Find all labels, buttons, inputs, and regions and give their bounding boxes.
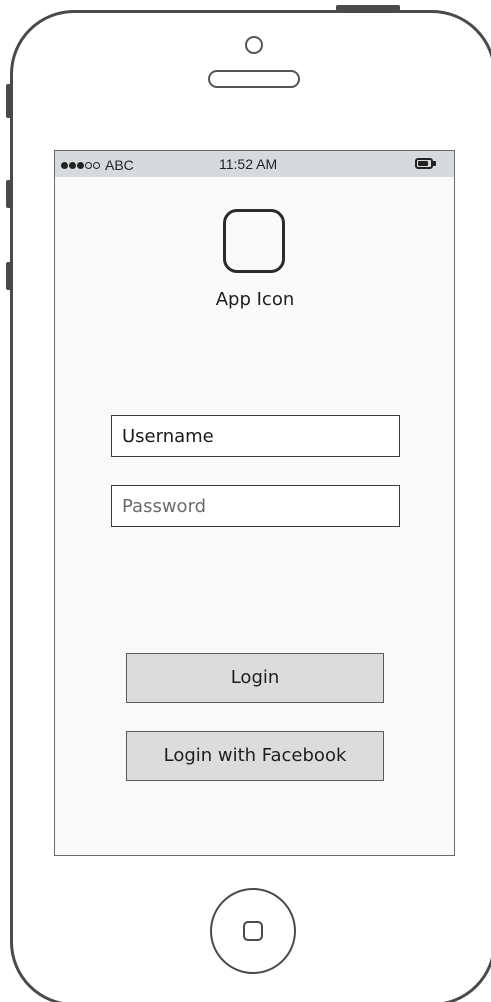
battery-tip-icon [433, 161, 436, 166]
battery-level [418, 161, 428, 166]
signal-strength: ABC [61, 156, 134, 174]
signal-dot-icon [69, 161, 76, 169]
home-button-icon [243, 921, 263, 941]
front-camera-icon [245, 36, 263, 54]
battery-icon [415, 158, 433, 169]
signal-dot-icon [93, 161, 100, 169]
login-with-facebook-button[interactable]: Login with Facebook [126, 731, 384, 781]
username-field[interactable] [111, 415, 400, 457]
status-time: 11:52 AM [219, 156, 278, 172]
app-icon-label: App Icon [215, 289, 295, 310]
login-button[interactable]: Login [126, 653, 384, 703]
signal-dot-icon [61, 161, 68, 169]
home-button[interactable] [210, 888, 296, 974]
carrier-name: ABC [105, 157, 134, 174]
app-icon-placeholder [223, 209, 285, 273]
status-bar: ABC 11:52 AM [55, 151, 454, 177]
signal-dot-icon [85, 161, 92, 169]
password-field[interactable] [111, 485, 400, 527]
mockup-canvas: ABC 11:52 AM App Icon Login Login with F… [0, 0, 491, 1002]
phone-screen: ABC 11:52 AM App Icon Login Login with F… [54, 150, 455, 856]
signal-dot-icon [77, 161, 84, 169]
earpiece-speaker-icon [208, 70, 300, 88]
